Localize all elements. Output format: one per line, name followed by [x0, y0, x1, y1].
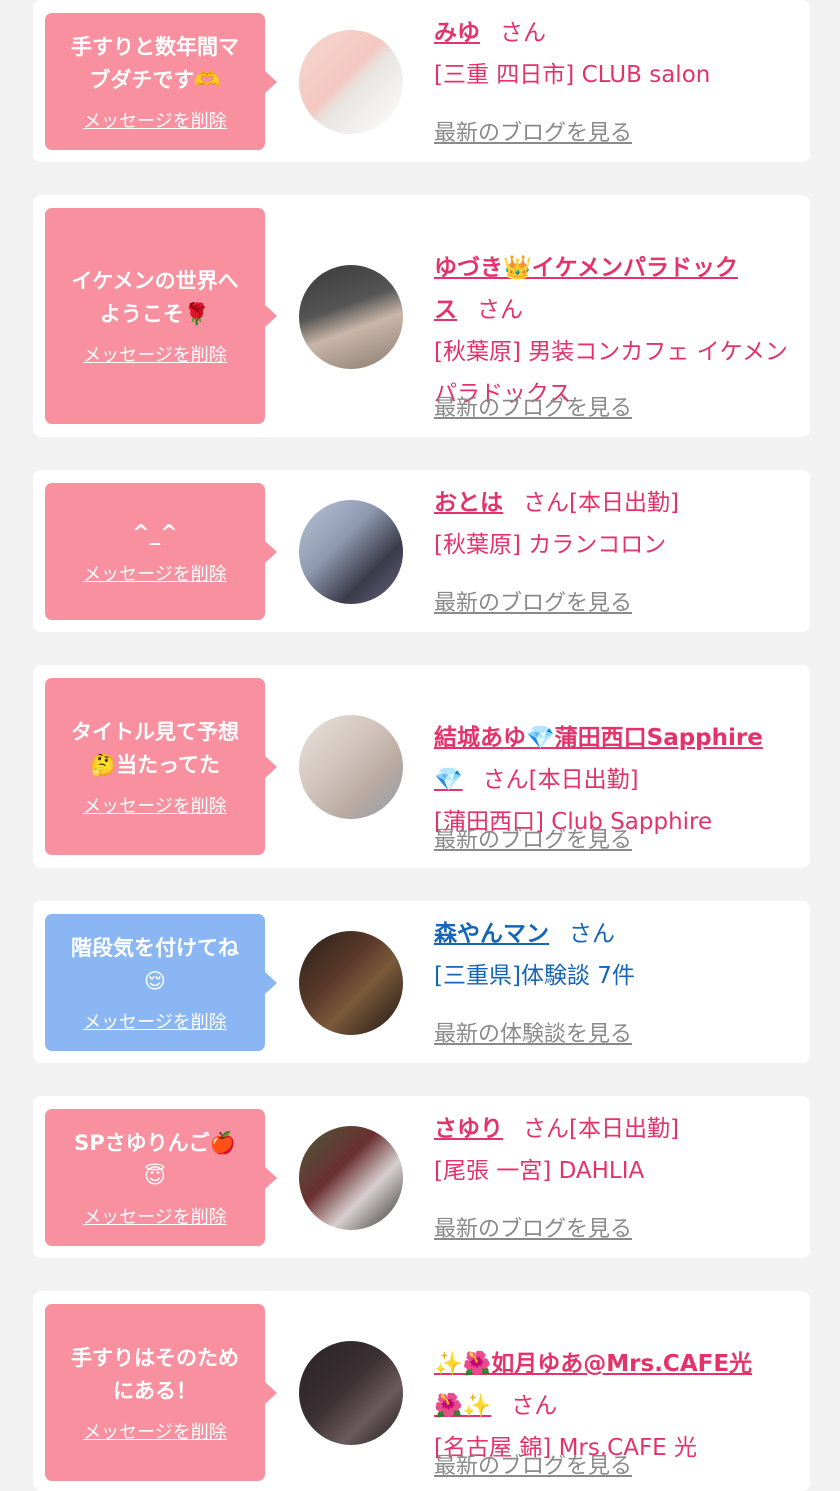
avatar[interactable]: [299, 1126, 403, 1230]
delete-message-link[interactable]: メッセージを削除: [83, 1203, 227, 1229]
favorite-card: イケメンの世界へ ようこそ🌹 メッセージを削除 ゆづき👑イケメンパラドック スさ…: [33, 195, 810, 437]
avatar[interactable]: [299, 30, 403, 134]
blog-link[interactable]: 最新のブログを見る: [434, 1448, 632, 1480]
delete-message-link[interactable]: メッセージを削除: [83, 560, 227, 586]
blog-link[interactable]: 最新のブログを見る: [434, 390, 632, 422]
delete-message-link[interactable]: メッセージを削除: [83, 1418, 227, 1444]
user-name-link[interactable]: みゆ: [434, 20, 480, 46]
status-badge: [本日出勤]: [569, 490, 679, 516]
honorific: さん: [482, 767, 529, 793]
user-name-link[interactable]: さゆり: [434, 1116, 503, 1142]
honorific: さん: [477, 297, 523, 323]
shop-info: [秋葉原] カランコロン: [434, 532, 667, 558]
honorific: さん: [523, 1116, 569, 1142]
favorite-card: タイトル見て予想 🤔当たってた メッセージを削除 結城あゆ💎蒲田西口Sapphi…: [33, 665, 810, 868]
honorific: さん: [523, 490, 569, 516]
avatar[interactable]: [299, 931, 403, 1035]
avatar[interactable]: [299, 715, 403, 819]
favorite-card: 手すりと数年間マ ブダチです🫶 メッセージを削除 みゆ さん [三重 四日市] C…: [33, 0, 810, 162]
honorific: さん: [500, 20, 546, 46]
message-bubble: 手すりはそのため にある！ メッセージを削除: [45, 1304, 277, 1481]
blog-link[interactable]: 最新のブログを見る: [434, 822, 632, 854]
review-link[interactable]: 最新の体験談を見る: [434, 1016, 632, 1048]
avatar[interactable]: [299, 265, 403, 369]
honorific: さん: [511, 1393, 558, 1419]
delete-message-link[interactable]: メッセージを削除: [83, 107, 227, 133]
message-text: タイトル見て予想 🤔当たってた: [71, 719, 239, 777]
delete-message-link[interactable]: メッセージを削除: [83, 341, 227, 367]
honorific: さん: [569, 921, 615, 947]
message-text: ^_^: [132, 521, 178, 545]
favorite-card: ^_^ メッセージを削除 おとは さん[本日出勤] [秋葉原] カランコロン 最新…: [33, 470, 810, 632]
avatar[interactable]: [299, 1341, 403, 1445]
delete-message-link[interactable]: メッセージを削除: [83, 792, 227, 818]
message-text: SPさゆりんご🍎 😇: [74, 1130, 236, 1188]
status-badge: [本日出勤]: [528, 767, 639, 793]
status-badge: [本日出勤]: [569, 1116, 679, 1142]
message-bubble: SPさゆりんご🍎 😇 メッセージを削除: [45, 1109, 277, 1246]
message-bubble: 階段気を付けてね 😌 メッセージを削除: [45, 914, 277, 1051]
favorite-card: 階段気を付けてね 😌 メッセージを削除 森やんマン さん [三重県]体験談 7件 …: [33, 901, 810, 1063]
user-name-link[interactable]: おとは: [434, 490, 503, 516]
blog-link[interactable]: 最新のブログを見る: [434, 1211, 632, 1243]
shop-info: [尾張 一宮] DAHLIA: [434, 1158, 645, 1184]
avatar[interactable]: [299, 500, 403, 604]
message-bubble: イケメンの世界へ ようこそ🌹 メッセージを削除: [45, 208, 277, 424]
blog-link[interactable]: 最新のブログを見る: [434, 585, 632, 617]
message-text: イケメンの世界へ ようこそ🌹: [71, 269, 239, 326]
user-name-link[interactable]: ✨🌺如月ゆあ@Mrs.CAFE光 🌺✨: [434, 1351, 752, 1419]
favorite-card: 手すりはそのため にある！ メッセージを削除 ✨🌺如月ゆあ@Mrs.CAFE光 …: [33, 1291, 810, 1491]
favorite-card: SPさゆりんご🍎 😇 メッセージを削除 さゆり さん[本日出勤] [尾張 一宮] …: [33, 1096, 810, 1258]
message-bubble: ^_^ メッセージを削除: [45, 483, 277, 620]
shop-info: [三重 四日市] CLUB salon: [434, 62, 711, 88]
message-text: 手すりはそのため にある！: [71, 1345, 239, 1403]
shop-info: [三重県]体験談 7件: [434, 963, 635, 989]
message-bubble: タイトル見て予想 🤔当たってた メッセージを削除: [45, 678, 277, 855]
message-bubble: 手すりと数年間マ ブダチです🫶 メッセージを削除: [45, 13, 277, 150]
delete-message-link[interactable]: メッセージを削除: [83, 1008, 227, 1034]
user-name-link[interactable]: 森やんマン: [434, 921, 549, 947]
message-text: 階段気を付けてね 😌: [71, 935, 239, 993]
blog-link[interactable]: 最新のブログを見る: [434, 115, 632, 147]
message-text: 手すりと数年間マ ブダチです🫶: [71, 34, 239, 92]
